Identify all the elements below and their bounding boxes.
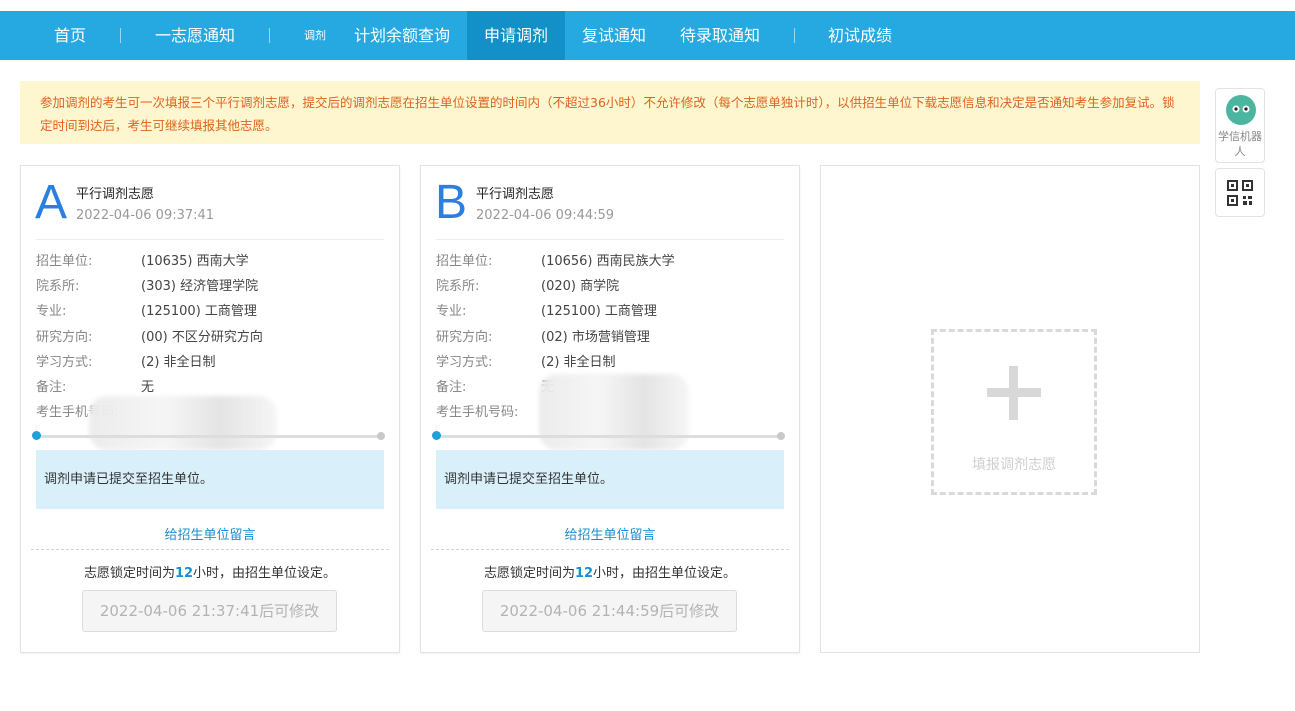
lock-time-note: 志愿锁定时间为12小时，由招生单位设定。 [421, 562, 799, 581]
row-direction: 研究方向: (02) 市场营销管理 [436, 328, 650, 348]
chatbot-button[interactable]: 学信机器人 [1215, 88, 1265, 163]
add-choice-label: 填报调剂志愿 [972, 457, 1056, 473]
nav-separator [269, 28, 270, 43]
modify-button[interactable]: 2022-04-06 21:37:41后可修改 [82, 590, 337, 632]
row-dept: 院系所: (020) 商学院 [436, 277, 619, 297]
label-dept: 院系所: [436, 279, 480, 294]
nav-section-tag: 调剂 [304, 29, 326, 42]
value-dept: (020) 商学院 [541, 279, 620, 294]
divider [36, 239, 384, 240]
choice-letter: B [435, 176, 468, 229]
chatbot-label: 学信机器人 [1218, 130, 1262, 158]
label-remark: 备注: [436, 380, 467, 395]
nav-separator [120, 28, 121, 43]
nav-item-apply-adjustment[interactable]: 申请调剂 [467, 11, 566, 60]
nav-item-first-choice[interactable]: 一志愿通知 [155, 11, 235, 60]
lock-note-prefix: 志愿锁定时间为 [483, 566, 575, 581]
lock-time-note: 志愿锁定时间为12小时，由招生单位设定。 [21, 562, 399, 581]
nav-item-plan-balance[interactable]: 计划余额查询 [354, 11, 450, 60]
redacted-phone-mask [539, 374, 689, 450]
add-choice-button[interactable]: 填报调剂志愿 [931, 329, 1097, 495]
label-phone: 考生手机号码: [436, 405, 519, 420]
label-mode: 学习方式: [436, 355, 493, 370]
robot-icon [1226, 95, 1256, 125]
row-unit: 招生单位: (10656) 西南民族大学 [436, 252, 675, 272]
notice-banner: 参加调剂的考生可一次填报三个平行调剂志愿，提交后的调剂志愿在招生单位设置的时间内… [20, 81, 1200, 144]
row-remark: 备注:无 [436, 378, 554, 398]
value-mode: (2) 非全日制 [541, 355, 616, 370]
lock-hours: 12 [574, 566, 594, 581]
choice-card-b: B 平行调剂志愿 2022-04-06 09:44:59 招生单位: (10656… [420, 165, 800, 653]
value-remark: 无 [141, 380, 155, 395]
lock-note-suffix: 小时，由招生单位设定。 [193, 566, 337, 581]
value-major: (125100) 工商管理 [541, 304, 657, 319]
qr-code-icon [1227, 180, 1253, 206]
value-major: (125100) 工商管理 [141, 304, 257, 319]
label-major: 专业: [436, 304, 467, 319]
robot-eyes [1232, 105, 1250, 113]
row-mode: 学习方式: (2) 非全日制 [436, 353, 616, 373]
modify-button[interactable]: 2022-04-06 21:44:59后可修改 [482, 590, 737, 632]
nav-item-retest-notice[interactable]: 复试通知 [582, 11, 646, 60]
choice-title: 平行调剂志愿 [76, 187, 155, 202]
label-mode: 学习方式: [36, 355, 93, 370]
plus-icon-vertical [1009, 366, 1018, 420]
lock-note-prefix: 志愿锁定时间为 [83, 566, 175, 581]
lock-note-suffix: 小时，由招生单位设定。 [593, 566, 737, 581]
label-remark: 备注: [36, 380, 67, 395]
row-phone: 考生手机号码: [436, 403, 541, 423]
progress-end-dot [777, 432, 785, 440]
value-dept: (303) 经济管理学院 [141, 279, 259, 294]
nav-item-admission-notice[interactable]: 待录取通知 [680, 11, 760, 60]
label-dept: 院系所: [36, 279, 80, 294]
row-direction: 研究方向: (00) 不区分研究方向 [36, 328, 263, 348]
value-unit: (10656) 西南民族大学 [541, 254, 675, 269]
choice-time: 2022-04-06 09:44:59 [476, 208, 615, 223]
status-message: 调剂申请已提交至招生单位。 [436, 450, 784, 509]
choice-letter: A [35, 176, 68, 229]
dashed-divider [31, 549, 389, 550]
progress-end-dot [377, 432, 385, 440]
progress-start-dot [432, 431, 441, 440]
choice-time: 2022-04-06 09:37:41 [76, 208, 215, 223]
dashed-divider [431, 549, 789, 550]
row-major: 专业: (125100) 工商管理 [436, 302, 657, 322]
progress-start-dot [32, 431, 41, 440]
choice-title: 平行调剂志愿 [476, 187, 555, 202]
row-dept: 院系所: (303) 经济管理学院 [36, 277, 258, 297]
value-direction: (02) 市场营销管理 [541, 330, 650, 345]
choice-card-a: A 平行调剂志愿 2022-04-06 09:37:41 招生单位: (10635… [20, 165, 400, 653]
label-unit: 招生单位: [436, 254, 493, 269]
nav-item-first-exam-scores[interactable]: 初试成绩 [828, 11, 892, 60]
message-unit-link[interactable]: 给招生单位留言 [21, 524, 399, 543]
row-unit: 招生单位: (10635) 西南大学 [36, 252, 249, 272]
divider [436, 239, 784, 240]
row-major: 专业: (125100) 工商管理 [36, 302, 257, 322]
top-nav-bar: 首页 一志愿通知 调剂 计划余额查询 申请调剂 复试通知 待录取通知 初试成绩 [0, 11, 1295, 60]
value-mode: (2) 非全日制 [141, 355, 216, 370]
value-unit: (10635) 西南大学 [141, 254, 249, 269]
status-message: 调剂申请已提交至招生单位。 [36, 450, 384, 509]
message-unit-link[interactable]: 给招生单位留言 [421, 524, 799, 543]
label-unit: 招生单位: [36, 254, 93, 269]
nav-separator [794, 28, 795, 43]
label-direction: 研究方向: [436, 330, 493, 345]
qr-code-button[interactable] [1215, 168, 1265, 217]
row-mode: 学习方式: (2) 非全日制 [36, 353, 216, 373]
lock-progress-track [436, 435, 783, 438]
row-remark: 备注: 无 [36, 378, 154, 398]
label-direction: 研究方向: [36, 330, 93, 345]
lock-progress-track [36, 435, 383, 438]
nav-item-home[interactable]: 首页 [54, 11, 86, 60]
redacted-phone-mask [89, 396, 277, 450]
value-direction: (00) 不区分研究方向 [141, 330, 263, 345]
add-choice-card: 填报调剂志愿 [820, 165, 1200, 653]
lock-hours: 12 [174, 566, 194, 581]
label-major: 专业: [36, 304, 67, 319]
